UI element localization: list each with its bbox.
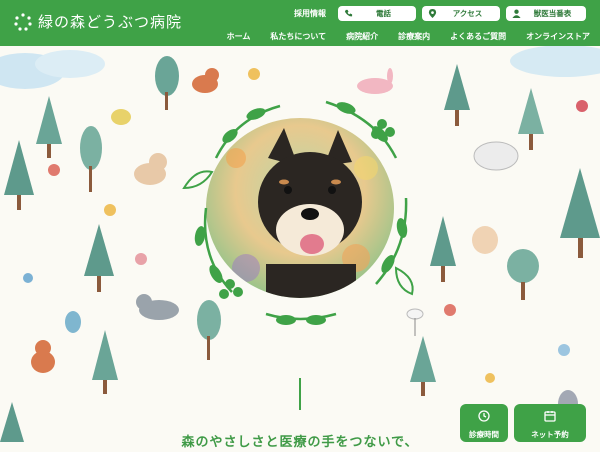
scroll-divider-line bbox=[299, 378, 301, 410]
clock-icon bbox=[478, 407, 490, 426]
main-nav: ホーム 私たちについて 病院紹介 診療案内 よくあるご質問 オンラインストア bbox=[227, 31, 590, 42]
site-logo[interactable]: 緑の森どうぶつ病院 bbox=[14, 11, 182, 32]
flower-icon bbox=[444, 304, 456, 316]
nav-store[interactable]: オンラインストア bbox=[526, 31, 590, 42]
flower-icon bbox=[23, 273, 33, 283]
person-icon bbox=[512, 9, 521, 18]
online-reservation-button[interactable]: ネット予約 bbox=[514, 404, 586, 442]
tree-icon bbox=[507, 249, 539, 300]
tree-icon bbox=[444, 64, 470, 126]
utility-links: 採用情報 電話 アクセス 獣医当番表 bbox=[294, 6, 586, 21]
leaf-wreath bbox=[182, 100, 414, 325]
phone-button[interactable]: 電話 bbox=[338, 6, 416, 21]
tree-icon bbox=[92, 330, 118, 394]
nav-faq[interactable]: よくあるご質問 bbox=[450, 31, 506, 42]
cat-icon bbox=[472, 226, 498, 254]
site-header: 緑の森どうぶつ病院 採用情報 電話 アクセス 獣医当番表 ホーム 私たちについて… bbox=[0, 0, 600, 46]
tree-icon bbox=[36, 96, 62, 158]
nav-hospital[interactable]: 病院紹介 bbox=[346, 31, 378, 42]
dog-icon bbox=[134, 153, 167, 185]
flower-icon bbox=[576, 100, 588, 112]
tree-icon bbox=[410, 336, 436, 396]
leaf-ring-icon bbox=[14, 12, 32, 31]
tree-icon bbox=[80, 126, 102, 192]
nav-home[interactable]: ホーム bbox=[227, 31, 251, 42]
online-reservation-label: ネット予約 bbox=[531, 429, 569, 439]
tree-icon bbox=[560, 168, 600, 258]
clinic-hours-label: 診療時間 bbox=[469, 429, 499, 439]
doctor-schedule-button[interactable]: 獣医当番表 bbox=[506, 6, 586, 21]
recruit-link[interactable]: 採用情報 bbox=[294, 8, 326, 19]
tree-icon bbox=[84, 224, 114, 292]
cloud-right bbox=[510, 46, 600, 77]
cloud-left bbox=[0, 50, 105, 89]
nav-about[interactable]: 私たちについて bbox=[270, 31, 326, 42]
bird-icon bbox=[111, 109, 131, 125]
tree-icon bbox=[4, 140, 34, 210]
flower-icon bbox=[104, 204, 116, 216]
penguin-icon bbox=[65, 311, 81, 333]
flower-icon bbox=[248, 68, 260, 80]
flower-icon bbox=[485, 373, 495, 383]
flower-icon bbox=[135, 253, 147, 265]
fox-icon bbox=[31, 340, 55, 373]
clinic-hours-button[interactable]: 診療時間 bbox=[460, 404, 508, 442]
nav-services[interactable]: 診療案内 bbox=[398, 31, 430, 42]
access-button[interactable]: アクセス bbox=[422, 6, 500, 21]
tree-icon bbox=[430, 216, 456, 282]
flower-icon bbox=[558, 344, 570, 356]
doctor-schedule-label: 獣医当番表 bbox=[533, 9, 572, 18]
access-label: アクセス bbox=[452, 9, 483, 18]
hero-tagline: 森のやさしさと医療の手をつないで、 bbox=[181, 435, 419, 450]
sheepdog-icon bbox=[473, 141, 519, 171]
site-name: 緑の森どうぶつ病院 bbox=[38, 13, 183, 31]
flower-icon bbox=[48, 164, 60, 176]
location-pin-icon bbox=[428, 9, 437, 18]
calendar-icon bbox=[544, 407, 556, 426]
phone-icon bbox=[344, 9, 353, 18]
phone-label: 電話 bbox=[376, 9, 391, 18]
